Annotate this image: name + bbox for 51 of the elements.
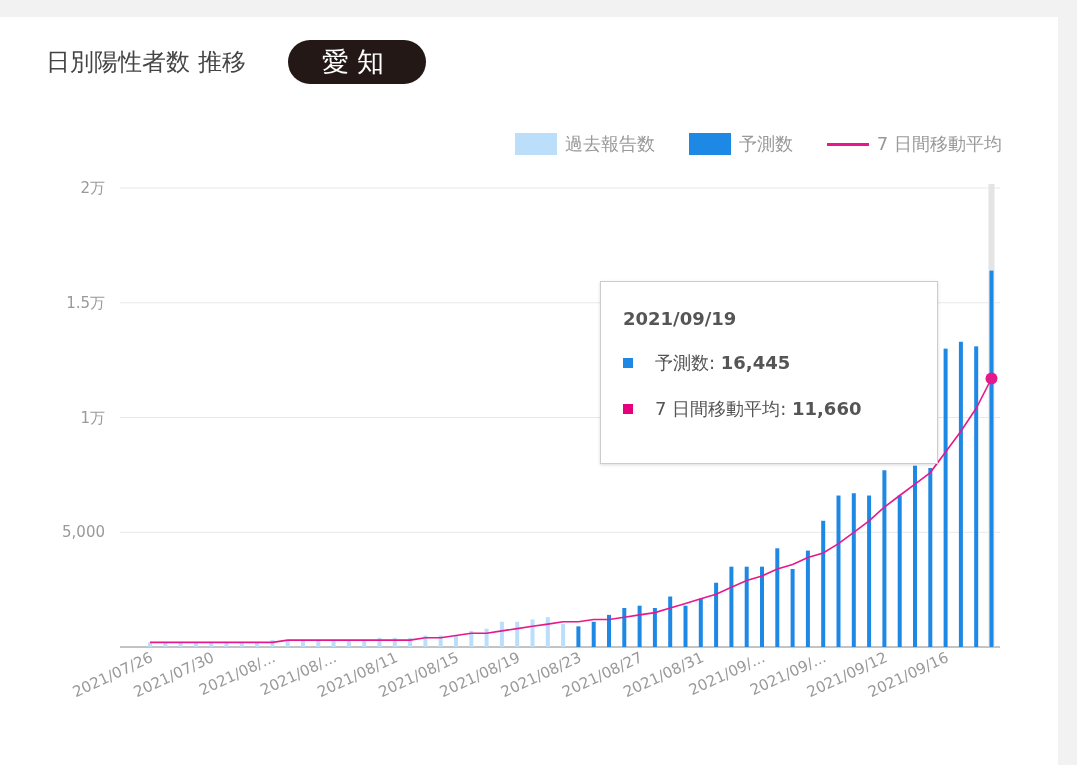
bar — [392, 637, 397, 647]
bar — [454, 635, 458, 647]
bar — [178, 642, 183, 647]
bar — [668, 596, 673, 647]
bar — [148, 642, 152, 647]
y-axis-label: 1万 — [80, 408, 105, 427]
bar — [530, 619, 535, 647]
bar — [637, 605, 642, 647]
legend-label: 7 日間移動平均 — [876, 132, 1002, 156]
bar — [270, 640, 275, 647]
bar — [209, 642, 214, 647]
bar — [331, 640, 336, 647]
bar — [515, 621, 520, 647]
bar — [499, 621, 504, 647]
bar — [301, 640, 305, 647]
bar — [652, 608, 657, 647]
chart-title: 日別陽性者数 推移 — [46, 47, 246, 78]
bar — [285, 640, 290, 647]
tooltip-value: 予測数: 16,445 — [655, 351, 791, 375]
bar — [193, 642, 198, 647]
bar — [683, 605, 688, 647]
bar — [622, 608, 627, 647]
bar — [438, 635, 443, 647]
bar — [423, 635, 428, 647]
bar — [377, 637, 382, 647]
bar — [561, 624, 566, 647]
bar — [591, 621, 596, 647]
bar — [316, 640, 321, 647]
bar — [408, 637, 413, 647]
legend-label: 過去報告数 — [564, 132, 655, 156]
legend-label: 予測数 — [738, 132, 793, 156]
data-point — [985, 372, 998, 385]
bar — [224, 642, 229, 647]
y-axis-label: 1.5万 — [66, 293, 105, 312]
bar — [362, 640, 367, 647]
bar — [346, 640, 351, 647]
y-axis-label: 5,000 — [62, 523, 105, 542]
y-axis-label: 2万 — [80, 179, 105, 197]
bar — [607, 614, 611, 647]
tooltip-date: 2021/09/19 — [623, 308, 738, 329]
bar — [163, 642, 168, 647]
bar — [545, 617, 550, 647]
bar — [469, 630, 474, 647]
bar — [239, 642, 244, 647]
bar — [698, 598, 703, 647]
bar — [484, 628, 489, 647]
bar — [576, 626, 581, 647]
region-badge: 愛知 — [287, 40, 426, 84]
bar — [255, 642, 260, 647]
tooltip-value: 7 日間移動平均: 11,660 — [655, 397, 862, 421]
bar — [714, 582, 719, 647]
